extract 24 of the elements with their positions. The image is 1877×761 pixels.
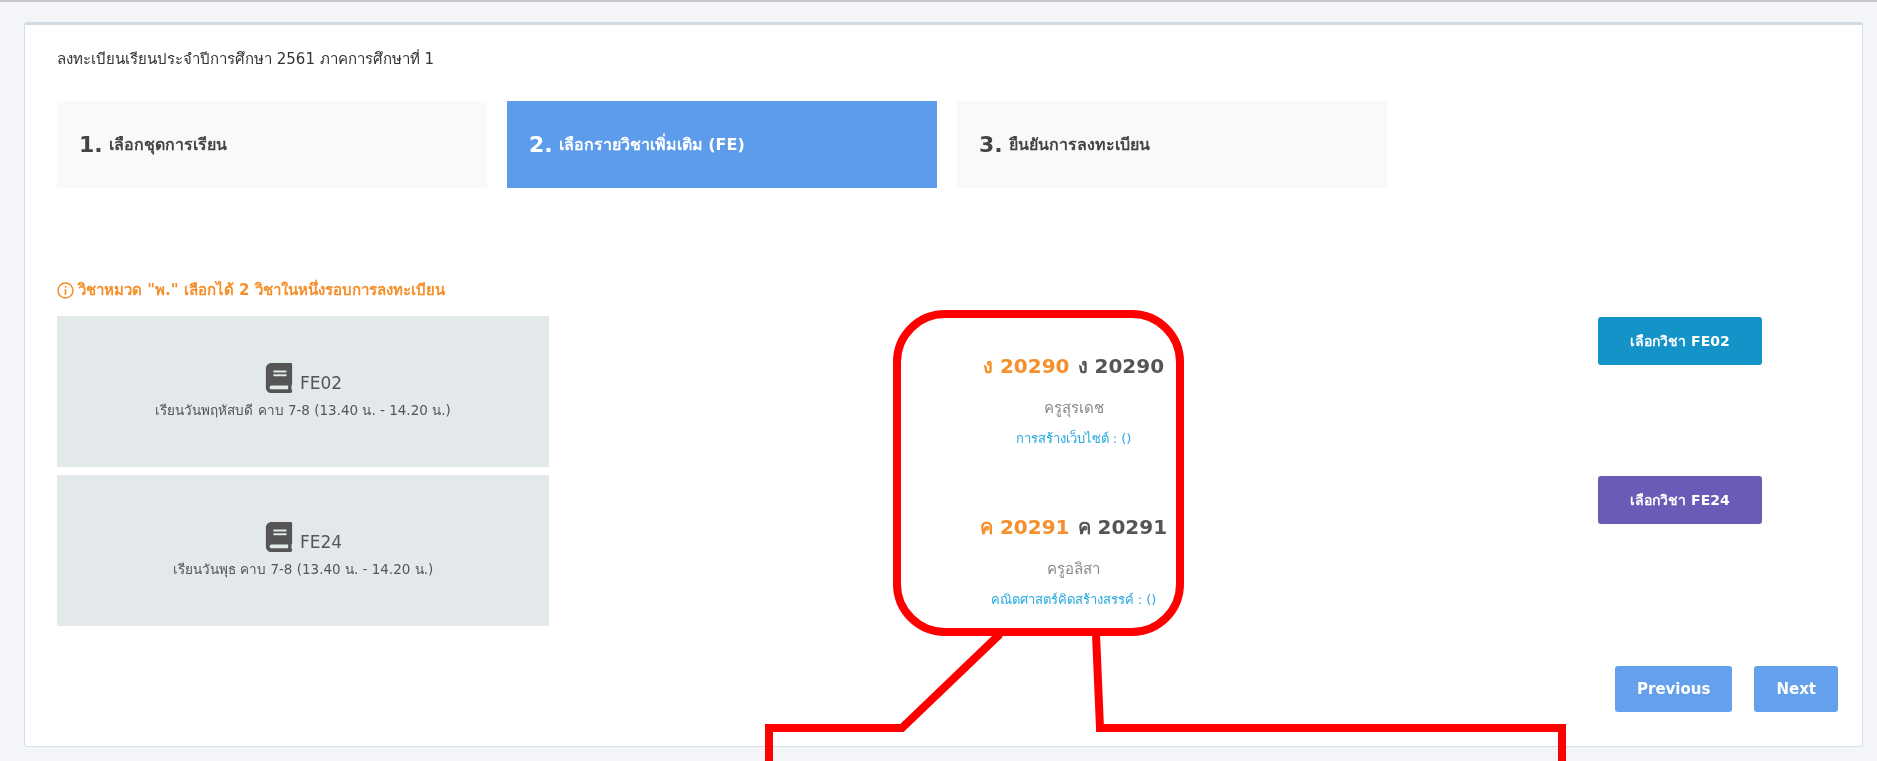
select-course-button[interactable]: เลือกวิชา FE02	[1598, 317, 1762, 365]
book-icon	[263, 362, 294, 393]
subject-link[interactable]: การสร้างเว็บไซต์ : ()	[1015, 428, 1132, 449]
course-code: ค 20291	[979, 514, 1070, 541]
course-code: ง 20290	[1077, 353, 1165, 380]
step-tab[interactable]: 2. เลือกรายวิชาเพิ่มเติม (FE)	[507, 101, 937, 188]
panel-title: ลงทะเบียนเรียนประจำปีการศึกษา 2561 ภาคการศึกษาที่ 1	[57, 48, 436, 70]
step-tab[interactable]: 3. ยืนยันการลงทะเบียน	[957, 101, 1387, 188]
schedule-text: เรียนวันพุธ คาบ 7-8 (13.40 น. - 14.20 น.)	[172, 559, 434, 580]
book-icon	[263, 521, 294, 552]
slot-code: FE02	[299, 372, 343, 393]
step-tab[interactable]: 1. เลือกชุดการเรียน	[57, 101, 487, 188]
previous-button[interactable]: Previous	[1615, 666, 1733, 712]
subject-link[interactable]: คณิตศาสตร์คิดสร้างสรรค์ : ()	[990, 589, 1157, 610]
teacher-name: ครูอลิสา	[1047, 559, 1100, 580]
info-icon	[57, 281, 74, 299]
schedule-text: เรียนวันพฤหัสบดี คาบ 7-8 (13.40 น. - 14.20 น.)	[155, 400, 451, 420]
next-button[interactable]: Next	[1754, 666, 1838, 712]
slot-code: FE24	[299, 531, 343, 552]
notice-text: วิชาหมวด "พ." เลือกได้ 2 วิชาในหนึ่งรอบการลงทะเบียน	[78, 278, 445, 301]
course-code: ง 20290	[982, 353, 1070, 380]
course-code: ค 20291	[1077, 514, 1168, 541]
teacher-name: ครูสุรเดช	[1043, 398, 1104, 420]
select-course-button[interactable]: เลือกวิชา FE24	[1598, 476, 1762, 524]
